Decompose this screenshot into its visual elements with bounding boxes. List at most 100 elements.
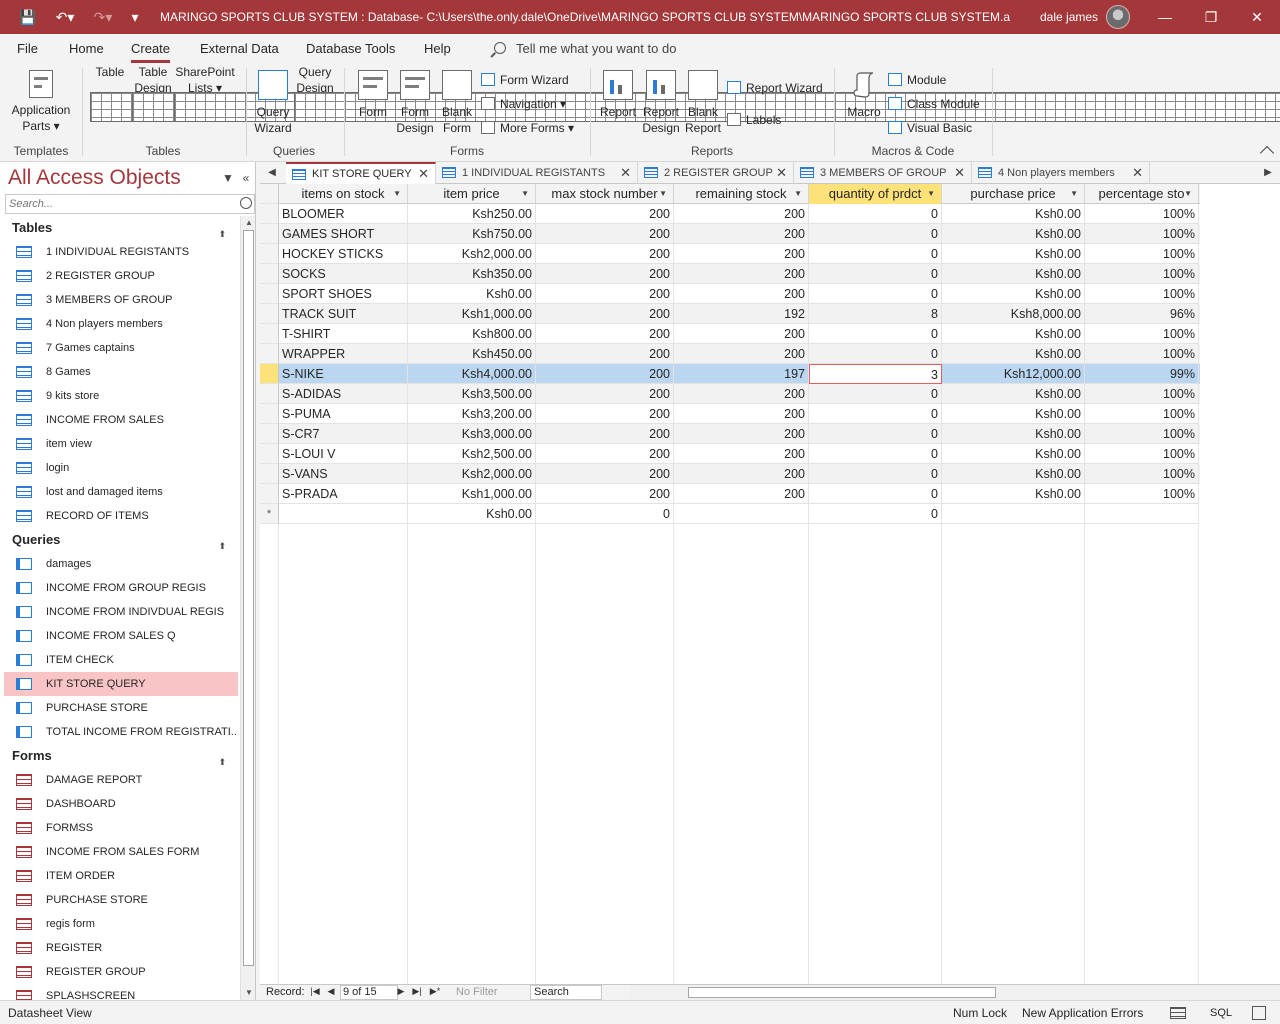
- column-filter-icon[interactable]: ▼: [1184, 184, 1192, 204]
- table-cell[interactable]: 200: [536, 424, 674, 444]
- blank-report-button[interactable]: Blank Report: [682, 64, 724, 136]
- nav-section-queries[interactable]: Queries ⬆: [0, 528, 240, 552]
- column-header[interactable]: purchase price ▼: [942, 184, 1085, 204]
- filter-status[interactable]: No Filter: [456, 986, 498, 998]
- table-cell[interactable]: 99%: [1085, 364, 1199, 384]
- nav-item[interactable]: REGISTER: [4, 936, 238, 960]
- report-button[interactable]: Report: [598, 64, 638, 120]
- user-name[interactable]: dale james: [1040, 0, 1098, 34]
- table-cell[interactable]: [279, 504, 408, 524]
- table-cell[interactable]: 100%: [1085, 384, 1199, 404]
- table-cell[interactable]: Ksh450.00: [408, 344, 536, 364]
- table-cell[interactable]: 200: [536, 484, 674, 504]
- sharepoint-lists-button[interactable]: SharePoint Lists ▾: [174, 64, 1194, 122]
- record-selector[interactable]: [260, 384, 279, 404]
- scroll-down-icon[interactable]: ▼: [241, 986, 255, 1000]
- nav-item[interactable]: INCOME FROM INDIVDUAL REGIS: [4, 600, 238, 624]
- column-filter-icon[interactable]: ▼: [659, 184, 667, 204]
- table-cell[interactable]: 0: [809, 504, 942, 524]
- table-cell[interactable]: 200: [674, 284, 809, 304]
- record-selector[interactable]: *: [260, 504, 279, 524]
- record-selector[interactable]: [260, 464, 279, 484]
- nav-item[interactable]: FORMSS: [4, 816, 238, 840]
- tab-scroll-right-icon[interactable]: ▶: [1258, 162, 1278, 184]
- close-tab-icon[interactable]: ✕: [776, 162, 787, 184]
- document-tab[interactable]: 3 MEMBERS OF GROUP ✕: [794, 162, 972, 184]
- table-cell[interactable]: 200: [536, 224, 674, 244]
- table-cell[interactable]: Ksh800.00: [408, 324, 536, 344]
- table-cell[interactable]: 100%: [1085, 324, 1199, 344]
- nav-item[interactable]: INCOME FROM SALES FORM: [4, 840, 238, 864]
- collapse-ribbon-icon[interactable]: [1259, 145, 1275, 161]
- nav-item[interactable]: 7 Games captains: [4, 336, 238, 360]
- table-cell[interactable]: Ksh0.00: [942, 264, 1085, 284]
- nav-item[interactable]: 9 kits store: [4, 384, 238, 408]
- table-cell[interactable]: 100%: [1085, 444, 1199, 464]
- nav-section-forms[interactable]: Forms ⬆: [0, 744, 240, 768]
- customize-qat-icon[interactable]: ▾: [122, 0, 148, 34]
- table-cell[interactable]: 200: [674, 224, 809, 244]
- report-wizard-button[interactable]: Report Wizard: [727, 78, 823, 98]
- table-cell[interactable]: 200: [536, 364, 674, 384]
- table-cell[interactable]: 200: [536, 384, 674, 404]
- table-cell[interactable]: 200: [674, 344, 809, 364]
- query-design-button[interactable]: Query Design: [294, 64, 1280, 122]
- table-cell[interactable]: SOCKS: [279, 264, 408, 284]
- table-cell[interactable]: Ksh0.00: [408, 284, 536, 304]
- table-cell[interactable]: Ksh0.00: [942, 204, 1085, 224]
- record-selector[interactable]: [260, 484, 279, 504]
- table-cell[interactable]: Ksh0.00: [942, 464, 1085, 484]
- tab-help[interactable]: Help: [424, 34, 451, 64]
- table-cell[interactable]: 200: [536, 284, 674, 304]
- next-record-icon[interactable]: ▶: [394, 986, 408, 997]
- table-cell[interactable]: 200: [536, 244, 674, 264]
- table-cell[interactable]: 200: [674, 204, 809, 224]
- table-cell[interactable]: 100%: [1085, 204, 1199, 224]
- table-cell[interactable]: S-PRADA: [279, 484, 408, 504]
- record-search-input[interactable]: Search: [530, 985, 602, 1000]
- table-cell[interactable]: S-CR7: [279, 424, 408, 444]
- table-cell[interactable]: 0: [536, 504, 674, 524]
- record-selector[interactable]: [260, 224, 279, 244]
- nav-item[interactable]: DASHBOARD: [4, 792, 238, 816]
- record-selector[interactable]: [260, 364, 279, 384]
- application-parts-button[interactable]: Application Parts ▾: [6, 64, 76, 134]
- nav-item[interactable]: KIT STORE QUERY: [4, 672, 238, 696]
- column-filter-icon[interactable]: ▼: [794, 184, 802, 204]
- labels-button[interactable]: Labels: [727, 110, 781, 130]
- document-tab[interactable]: 2 REGISTER GROUP ✕: [638, 162, 794, 184]
- report-design-button[interactable]: Report Design: [640, 64, 682, 136]
- document-tab[interactable]: 1 INDIVIDUAL REGISTANTS ✕: [436, 162, 638, 184]
- record-selector[interactable]: [260, 204, 279, 224]
- form-design-button[interactable]: Form Design: [394, 64, 436, 136]
- application-errors-link[interactable]: New Application Errors: [1022, 1001, 1143, 1024]
- new-record-icon[interactable]: ▶*: [428, 986, 442, 997]
- table-cell[interactable]: Ksh3,000.00: [408, 424, 536, 444]
- table-cell[interactable]: S-VANS: [279, 464, 408, 484]
- table-cell[interactable]: 0: [809, 444, 942, 464]
- table-cell[interactable]: 0: [809, 244, 942, 264]
- table-cell[interactable]: 0: [809, 464, 942, 484]
- table-cell[interactable]: 3: [809, 364, 942, 384]
- query-wizard-button[interactable]: Query Wizard: [252, 64, 294, 136]
- datasheet-view-icon[interactable]: [1170, 1007, 1186, 1019]
- table-cell[interactable]: 200: [674, 464, 809, 484]
- column-filter-icon[interactable]: ▼: [393, 184, 401, 204]
- column-header[interactable]: max stock number ▼: [536, 184, 674, 204]
- table-cell[interactable]: Ksh12,000.00: [942, 364, 1085, 384]
- nav-item[interactable]: INCOME FROM SALES: [4, 408, 238, 432]
- table-cell[interactable]: [674, 504, 809, 524]
- table-cell[interactable]: 100%: [1085, 284, 1199, 304]
- minimize-icon[interactable]: —: [1142, 0, 1188, 34]
- table-cell[interactable]: [942, 504, 1085, 524]
- module-button[interactable]: Module: [888, 70, 946, 90]
- table-cell[interactable]: 200: [674, 264, 809, 284]
- table-cell[interactable]: 100%: [1085, 424, 1199, 444]
- table-cell[interactable]: 100%: [1085, 484, 1199, 504]
- restore-icon[interactable]: ❐: [1188, 0, 1234, 34]
- table-cell[interactable]: Ksh750.00: [408, 224, 536, 244]
- nav-item[interactable]: TOTAL INCOME FROM REGISTRATI...: [4, 720, 238, 744]
- table-cell[interactable]: 200: [536, 444, 674, 464]
- table-cell[interactable]: S-ADIDAS: [279, 384, 408, 404]
- table-cell[interactable]: 0: [809, 204, 942, 224]
